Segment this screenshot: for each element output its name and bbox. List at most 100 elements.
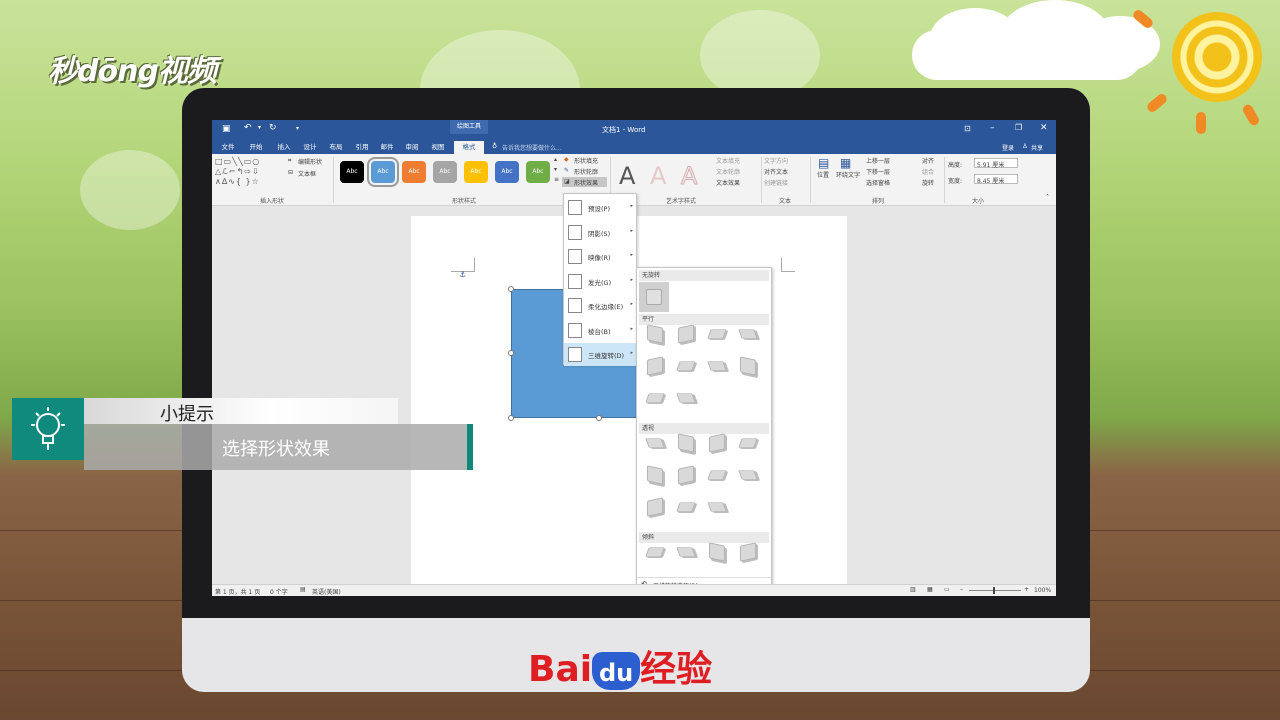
collapse-ribbon-icon[interactable]: ˄ [1046, 194, 1049, 201]
edit-shape-button[interactable]: 编辑形状 [298, 157, 322, 166]
tab-file[interactable]: 文件 [218, 141, 238, 154]
proofing-icon[interactable]: ▤ [300, 586, 306, 593]
signin-link[interactable]: 登录 [1002, 143, 1014, 152]
rotate-button[interactable]: 旋转 [922, 178, 934, 187]
zoom-slider[interactable] [969, 590, 1021, 591]
position-icon[interactable]: ▤ [818, 156, 829, 170]
textbox-button[interactable]: 文本框 [298, 169, 316, 178]
effects-menu-item[interactable]: 预设(P) ▸ [564, 196, 636, 219]
rotation-preset-option[interactable] [678, 324, 694, 344]
rotation-preset-option[interactable] [678, 433, 694, 453]
create-link-button[interactable]: 创建链接 [764, 178, 788, 187]
rotation-preset-option[interactable] [645, 393, 665, 403]
send-backward-button[interactable]: 下移一层 [866, 167, 890, 176]
language[interactable]: 英语(美国) [312, 587, 341, 596]
effects-menu-item[interactable]: 阴影(S) ▸ [564, 221, 636, 244]
selection-pane-button[interactable]: 选择窗格 [866, 178, 890, 187]
effects-menu-item[interactable]: 发光(G) ▸ [564, 270, 636, 293]
rotation-preset-option[interactable] [707, 470, 727, 480]
effects-menu-item[interactable]: 三维旋转(D) ▸ [564, 343, 636, 366]
bring-forward-button[interactable]: 上移一层 [866, 156, 890, 165]
effects-menu-item[interactable]: 柔化边缘(E) ▸ [564, 294, 636, 317]
word-count[interactable]: 0 个字 [270, 587, 288, 596]
tab-home[interactable]: 开始 [246, 141, 266, 154]
rotation-preset-option[interactable] [676, 547, 696, 557]
rotation-preset-option[interactable] [647, 465, 663, 485]
tab-references[interactable]: 引用 [352, 141, 372, 154]
rotation-preset-option[interactable] [740, 542, 756, 562]
shape-outline-button[interactable]: 形状轮廓 [574, 167, 598, 176]
shape-fill-button[interactable]: 形状填充 [574, 156, 598, 165]
gallery-scroll-up[interactable]: ▴ [554, 156, 557, 163]
page-count[interactable]: 第 1 页，共 1 页 [215, 587, 260, 596]
wordart-style-1[interactable]: A [619, 162, 635, 190]
align-text-button[interactable]: 对齐文本 [764, 167, 788, 176]
wrap-text-icon[interactable]: ▦ [840, 156, 851, 170]
effects-menu-item[interactable]: 映像(R) ▸ [564, 245, 636, 268]
edit-shape-icon[interactable]: ⌗ [288, 157, 291, 165]
text-outline-button[interactable]: 文本轮廓 [716, 167, 740, 176]
print-layout-icon[interactable]: ▦ [927, 586, 933, 593]
resize-handle[interactable] [508, 286, 514, 292]
zoom-out-icon[interactable]: – [960, 586, 963, 593]
tab-insert[interactable]: 插入 [274, 141, 294, 154]
ribbon-display-icon[interactable]: ⊡ [964, 124, 971, 133]
shape-fill-icon[interactable]: ◆ [564, 156, 569, 163]
text-effects-button[interactable]: 文本效果 [716, 178, 740, 187]
height-input[interactable]: 5.91 厘米 [974, 158, 1018, 169]
wordart-style-3[interactable]: A [680, 162, 697, 191]
wrap-text-button[interactable]: 环绕文字 [836, 170, 860, 179]
text-fill-button[interactable]: 文本填充 [716, 156, 740, 165]
rotation-preset-option[interactable] [707, 329, 727, 339]
tab-format[interactable]: 格式 [454, 141, 484, 154]
shape-effects-button[interactable]: ◪ 形状效果 [562, 177, 607, 187]
tab-design[interactable]: 设计 [300, 141, 320, 154]
rotation-preset-option[interactable] [676, 393, 696, 403]
shape-style-button[interactable]: Abc [433, 161, 457, 183]
resize-handle[interactable] [508, 350, 514, 356]
effects-menu-item[interactable]: 棱台(B) ▸ [564, 319, 636, 342]
undo-dropdown-icon[interactable]: ▾ [258, 124, 261, 131]
web-layout-icon[interactable]: ▭ [944, 586, 950, 593]
restore-icon[interactable]: ❐ [1015, 123, 1022, 132]
tab-layout[interactable]: 布局 [326, 141, 346, 154]
rotation-preset-option[interactable] [738, 438, 758, 448]
minimize-icon[interactable]: – [990, 123, 995, 133]
rotation-preset-option[interactable] [676, 361, 696, 371]
share-icon[interactable]: ♙ [1022, 142, 1028, 150]
rotation-preset-option[interactable] [738, 329, 758, 339]
shape-style-button[interactable]: Abc [526, 161, 550, 183]
redo-icon[interactable]: ↻ [269, 123, 277, 133]
save-icon[interactable]: ▣ [222, 124, 231, 134]
gallery-more[interactable]: ≡ [554, 176, 559, 183]
rotation-preset-option[interactable] [647, 324, 663, 344]
rotation-preset-option[interactable] [709, 542, 725, 562]
rotation-preset-option[interactable] [709, 433, 725, 453]
group-button[interactable]: 组合 [922, 167, 934, 176]
shape-style-button[interactable]: Abc [464, 161, 488, 183]
customize-qat-icon[interactable]: ▾ [296, 125, 299, 132]
tell-me-box[interactable]: 告诉我您想要做什么... [502, 143, 562, 152]
shape-style-button[interactable]: Abc [367, 157, 399, 187]
shape-style-button[interactable]: Abc [402, 161, 426, 183]
shapes-gallery[interactable]: □▭╲╲▭○ △ℒ⌐↰⇨⇩ ∧∆∿{ }☆ [215, 157, 281, 189]
resize-handle[interactable] [596, 415, 602, 421]
zoom-slider-thumb[interactable] [993, 587, 995, 594]
rotation-preset-option[interactable] [645, 438, 665, 448]
rotation-preset-option[interactable] [707, 361, 727, 371]
shape-outline-icon[interactable]: ✎ [564, 167, 569, 174]
undo-icon[interactable]: ↶ [244, 123, 252, 133]
wordart-style-2[interactable]: A [650, 162, 666, 190]
share-button[interactable]: 共享 [1031, 143, 1043, 152]
rotation-preset-option[interactable] [678, 465, 694, 485]
zoom-level[interactable]: 100% [1034, 587, 1051, 594]
tab-mailings[interactable]: 邮件 [377, 141, 397, 154]
rotation-preset-option[interactable] [647, 497, 663, 517]
resize-handle[interactable] [508, 415, 514, 421]
zoom-in-icon[interactable]: + [1024, 586, 1029, 593]
rotation-preset-option[interactable] [645, 547, 665, 557]
rotation-preset-option[interactable] [738, 470, 758, 480]
position-button[interactable]: 位置 [817, 170, 829, 179]
close-icon[interactable]: ✕ [1040, 123, 1048, 133]
shape-style-button[interactable]: Abc [495, 161, 519, 183]
